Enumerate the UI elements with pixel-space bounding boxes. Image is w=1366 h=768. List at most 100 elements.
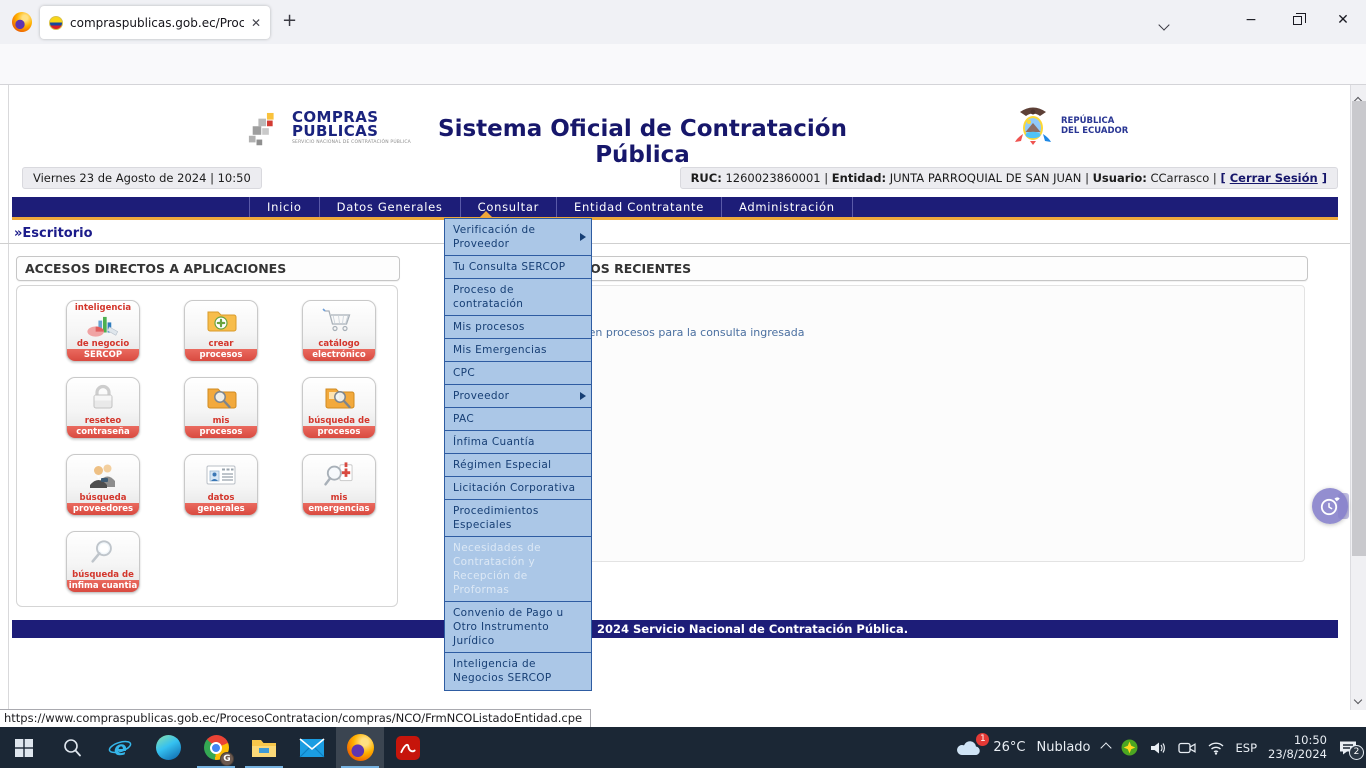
menu-inicio[interactable]: Inicio [249,197,319,217]
clock[interactable]: 10:50 23/8/2024 [1268,734,1327,761]
dd-infima-cuantia[interactable]: Ínfima Cuantía [445,431,591,454]
app-busqueda-proveedores[interactable]: búsqueda proveedores [66,454,140,516]
menu-entidad-contratante[interactable]: Entidad Contratante [556,197,721,217]
new-tab-button[interactable] [282,10,297,31]
mail-icon [299,738,325,758]
dd-mis-procesos[interactable]: Mis procesos [445,316,591,339]
dd-mis-emergencias[interactable]: Mis Emergencias [445,339,591,362]
taskbar-internet-explorer[interactable]: e [96,727,144,768]
dd-procedimientos-especiales[interactable]: Procedimientos Especiales [445,500,591,537]
no-processes-message: No existen procesos para la consulta ing… [544,326,1304,339]
dd-tu-consulta-sercop[interactable]: Tu Consulta SERCOP [445,256,591,279]
clock-date: 23/8/2024 [1268,748,1327,762]
system-tray: 1 26°C Nublado ESP 10:50 23/8/2024 [954,734,1366,761]
firefox-icon [347,734,374,761]
cart-icon [321,301,357,340]
menu-consultar[interactable]: Consultar [460,197,556,217]
app-reseteo-contrasena[interactable]: reseteo contraseña [66,377,140,439]
wifi-icon[interactable] [1207,741,1225,755]
compras-publicas-logo: COMPRAS PUBLICAS SERVICIO NACIONAL DE CO… [247,110,411,152]
weather-desc[interactable]: Nublado [1037,740,1091,755]
notifications-button[interactable]: 2 [1338,740,1358,756]
date-time-box: Viernes 23 de Agosto de 2024 | 10:50 [22,167,262,189]
windows-taskbar: e 1 26°C Nublado [0,727,1366,768]
language-indicator[interactable]: ESP [1236,741,1258,755]
dd-inteligencia-negocios[interactable]: Inteligencia de Negocios SERCOP [445,653,591,690]
app-mis-emergencias[interactable]: mis emergencias [302,454,376,516]
taskbar-search-button[interactable] [48,727,96,768]
notifications-badge: 2 [1349,745,1364,760]
folder-search-icon [321,378,357,417]
tab-close-icon[interactable] [251,16,261,30]
app-busqueda-de-procesos[interactable]: búsqueda de procesos [302,377,376,439]
window-close-button[interactable] [1320,0,1366,40]
active-menu-caret-icon [479,211,493,218]
taskbar-firefox[interactable] [336,727,384,768]
mosaic-logo-icon [247,110,285,152]
vertical-scrollbar[interactable] [1350,85,1366,710]
file-explorer-icon [251,737,277,759]
chart-pie-icon [86,313,120,340]
start-button[interactable] [0,727,48,768]
app-mis-procesos[interactable]: mis procesos [184,377,258,439]
app-catalogo-electronico[interactable]: catálogo electrónico [302,300,376,362]
volume-icon[interactable] [1149,741,1167,755]
app-busqueda-infima-cuantia[interactable]: búsqueda de infima cuantia [66,531,140,593]
taskbar-chrome[interactable] [192,727,240,768]
app-crear-procesos[interactable]: crear procesos [184,300,258,362]
dd-proceso-de-contratacion[interactable]: Proceso de contratación [445,279,591,316]
dd-pac[interactable]: PAC [445,408,591,431]
page-title: Sistema Oficial de Contratación Pública [415,116,870,168]
browser-nav-bar: https://www.compraspublicas.gob.ec/Proce… [0,44,1366,85]
dd-necesidades-contratacion[interactable]: Necesidades de Contratación y Recepción … [445,537,591,602]
dd-cpc[interactable]: CPC [445,362,591,385]
people-icon [85,455,121,494]
acrobat-icon [396,736,420,760]
browser-tab[interactable]: compraspublicas.gob.ec/Proce [40,6,270,39]
windows-logo-icon [15,739,33,757]
dd-regimen-especial[interactable]: Régimen Especial [445,454,591,477]
tray-overflow-chevron-icon[interactable] [1102,744,1110,752]
site-favicon-icon [49,16,63,30]
logout-link[interactable]: Cerrar Sesión [1230,171,1318,185]
taskbar-file-explorer[interactable] [240,727,288,768]
logo-line2: PUBLICAS [292,124,411,138]
republic-line2: DEL ECUADOR [1061,126,1128,136]
antivirus-icon[interactable] [1121,739,1138,756]
submenu-arrow-icon [580,392,586,400]
main-menu-bar: Inicio Datos Generales Consultar Entidad… [12,197,1338,220]
weather-temp[interactable]: 26°C [993,740,1025,755]
scroll-down-icon[interactable] [1355,688,1361,707]
firefox-logo-icon [12,12,32,32]
dd-convenio-de-pago[interactable]: Convenio de Pago u Otro Instrumento Jurí… [445,602,591,653]
search-cross-icon [321,455,357,494]
window-minimize-button[interactable] [1228,0,1274,40]
browser-tab-bar: compraspublicas.gob.ec/Proce [0,0,1366,44]
id-card-icon [203,455,239,494]
dd-verificacion-de-proveedor[interactable]: Verificación de Proveedor [445,219,591,256]
session-info-box: RUC: 1260023860001 | Entidad: JUNTA PARR… [680,167,1338,189]
scrollbar-thumb[interactable] [1352,101,1366,556]
list-tabs-chevron-icon[interactable] [1160,14,1168,33]
taskbar-edge[interactable] [144,727,192,768]
dd-licitacion-corporativa[interactable]: Licitación Corporativa [445,477,591,500]
google-badge-icon [220,752,234,766]
menu-administracion[interactable]: Administración [721,197,853,217]
menu-datos-generales[interactable]: Datos Generales [319,197,460,217]
dd-proveedor[interactable]: Proveedor [445,385,591,408]
site-footer: 2024 Servicio Nacional de Contratación P… [12,620,1338,638]
breadcrumb: »Escritorio [14,226,93,241]
window-restore-button[interactable] [1274,0,1320,40]
taskbar-acrobat[interactable] [384,727,432,768]
clock-flame-icon [1318,494,1342,518]
weather-icon[interactable]: 1 [954,739,982,757]
time-tracker-extension-badge[interactable] [1312,488,1348,524]
divider [0,243,1350,244]
edge-icon [156,735,181,760]
tab-title: compraspublicas.gob.ec/Proce [70,16,244,30]
meet-now-icon[interactable] [1178,741,1196,755]
app-inteligencia-negocio-sercop[interactable]: inteligencia de negocio SERCOP [66,300,140,362]
app-datos-generales[interactable]: datos generales [184,454,258,516]
republic-line1: REPÚBLICA [1061,116,1128,126]
taskbar-mail[interactable] [288,727,336,768]
